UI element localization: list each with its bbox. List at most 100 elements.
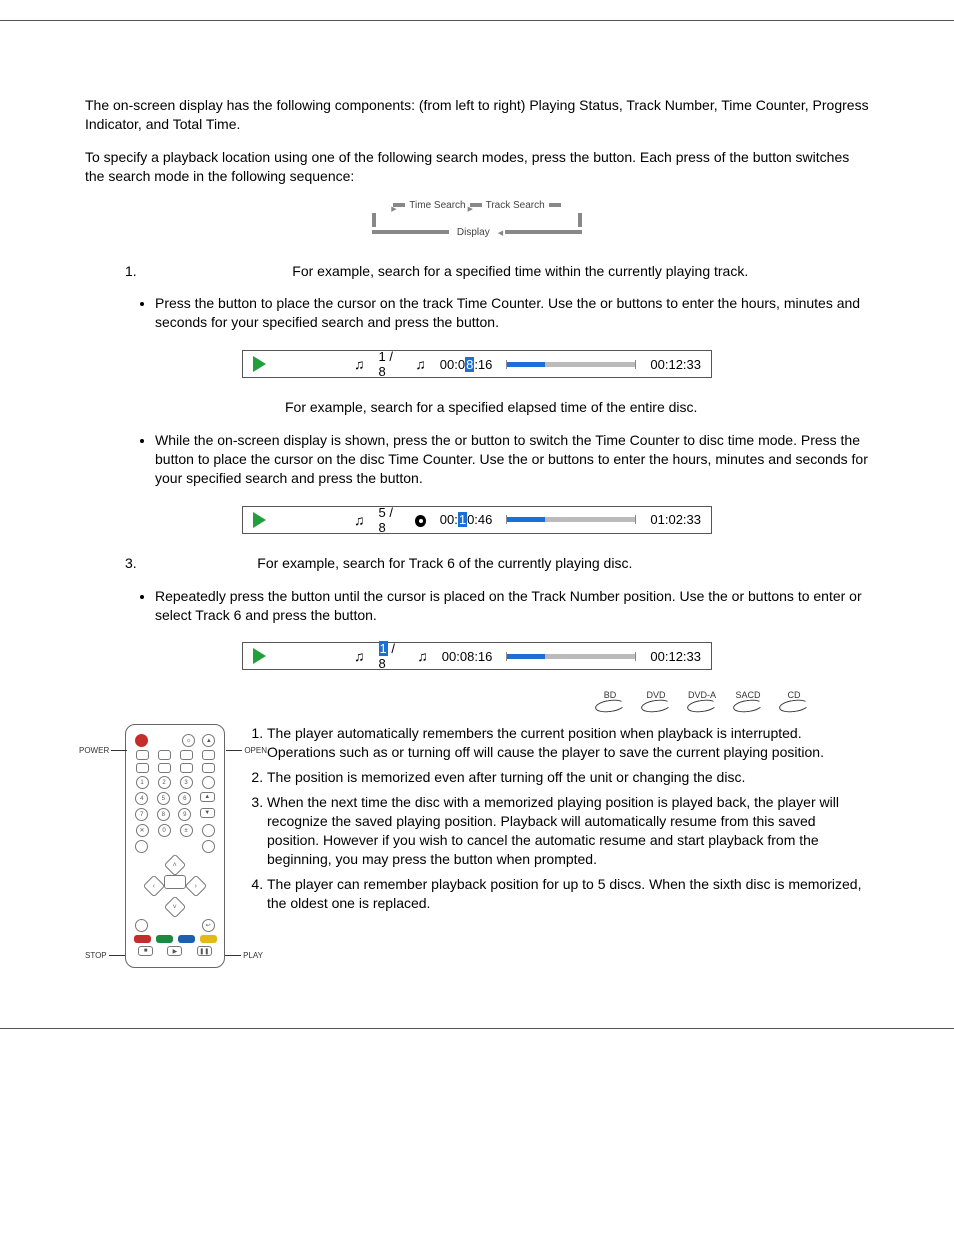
search-mode-cycle: Time Search Track Search Display <box>372 200 582 238</box>
remote-label-power: POWER <box>79 746 127 755</box>
text: button. <box>456 314 499 330</box>
time-counter: 00:08:16 <box>442 649 493 664</box>
power-button-icon <box>135 734 148 747</box>
cycle-label: Time Search <box>409 200 465 211</box>
text: button to place the cursor on the track … <box>218 295 600 311</box>
section-2-bullet: While the on-screen display is shown, pr… <box>155 431 869 488</box>
track-number: 1 / 8 <box>379 641 404 671</box>
track-number: 5 / 8 <box>379 505 402 535</box>
music-note-icon: ♫ <box>354 648 365 664</box>
text: or turning <box>392 744 455 760</box>
play-icon <box>253 356 266 372</box>
text: or <box>732 588 748 604</box>
cursor-highlight: 1 <box>458 512 467 527</box>
return-icon: ↩ <box>202 919 215 932</box>
play-button-icon: ▶ <box>167 946 182 956</box>
dpad-up-icon: ˄ <box>164 854 187 877</box>
text: button to switch the Time Counter to dis… <box>471 432 860 448</box>
disc-type-badges: BD DVD DVD-A SACD CD <box>85 690 809 712</box>
disc-badge: DVD-A <box>687 690 717 712</box>
osd-example-2: ♫ 5 / 8 00:10:46 01:02:33 <box>242 506 712 534</box>
remote-btn <box>202 824 215 837</box>
remote-btn <box>202 840 215 853</box>
line-icon <box>505 230 582 234</box>
line-icon <box>578 213 582 227</box>
goto-icon: ± <box>180 824 193 837</box>
text: While the on-screen display is shown, pr… <box>155 432 455 448</box>
dpad-right-icon: › <box>185 875 208 898</box>
remote-btn <box>202 776 215 789</box>
memory-item-4: The player can remember playback positio… <box>267 875 869 913</box>
text: button to place the cursor on the disc T… <box>155 451 532 467</box>
remote-btn <box>136 763 149 773</box>
text: For example, search for Track 6 of the c… <box>257 555 632 571</box>
remote-btn <box>180 763 193 773</box>
cursor-highlight: 8 <box>465 357 474 372</box>
dpad-left-icon: ‹ <box>143 875 166 898</box>
remote-btn <box>158 763 171 773</box>
text: 00:0 <box>440 357 465 372</box>
progress-bar <box>506 517 636 522</box>
text: button until the cursor is placed on the… <box>291 588 731 604</box>
section-2-lead: For example, search for a specified elap… <box>285 398 869 417</box>
remote-btn <box>135 919 148 932</box>
section-3-bullet: Repeatedly press the button until the cu… <box>155 587 869 625</box>
text: 0:46 <box>467 512 492 527</box>
time-counter: 00:08:16 <box>440 357 493 372</box>
text: button. <box>380 470 423 486</box>
music-note-icon: ♫ <box>417 648 428 664</box>
intro-para-2: To specify a playback location using one… <box>85 148 869 186</box>
remote-btn <box>180 750 193 760</box>
disc-ellipse-icon <box>640 698 671 714</box>
osd-example-1: ♫ 1 / 8 ♫ 00:08:16 00:12:33 <box>242 350 712 378</box>
arrow-left-icon <box>498 227 501 238</box>
num-6-icon: 6 <box>178 792 191 805</box>
text: For example, search for a specified elap… <box>285 399 697 415</box>
text: 00: <box>440 512 458 527</box>
progress-bar <box>506 362 636 367</box>
remote-btn: ▼ <box>200 808 215 818</box>
section-3-lead: 3. For example, search for Track 6 of th… <box>125 554 869 573</box>
manual-page: The on-screen display has the following … <box>0 20 954 1029</box>
text: To specify a playback location using one… <box>85 149 593 165</box>
total-time: 00:12:33 <box>650 649 701 664</box>
text: PLAY <box>243 951 263 960</box>
cycle-label: Display <box>457 227 490 238</box>
disc-icon <box>415 515 426 527</box>
num-4-icon: 4 <box>135 792 148 805</box>
line-icon <box>372 213 376 227</box>
arrow-right-icon <box>393 203 405 207</box>
num-2-icon: 2 <box>158 776 171 789</box>
intro-para-1: The on-screen display has the following … <box>85 96 869 134</box>
remote-diagram: POWER OPEN STOP PLAY ☼▲ 123 456▲ 789▼ ✕0… <box>125 724 225 968</box>
remote-btn <box>135 840 148 853</box>
memory-section: POWER OPEN STOP PLAY ☼▲ 123 456▲ 789▼ ✕0… <box>85 724 869 968</box>
section-1-lead: 1. For example, search for a specified t… <box>125 262 869 281</box>
text: or <box>600 295 616 311</box>
blue-button-icon <box>178 935 195 943</box>
stop-button-icon: ■ <box>138 946 153 956</box>
text: STOP <box>85 951 107 960</box>
progress-bar <box>506 654 636 659</box>
text: POWER <box>79 746 109 755</box>
text: button. Each press of the <box>593 149 753 165</box>
text: or <box>532 451 548 467</box>
arrow-right-icon <box>470 203 482 207</box>
remote-btn <box>136 750 149 760</box>
music-note-icon: ♫ <box>415 356 426 372</box>
dpad-enter-icon <box>164 875 186 889</box>
disc-ellipse-icon <box>686 698 717 714</box>
track-number: 1 / 8 <box>379 349 402 379</box>
time-counter: 00:10:46 <box>440 512 493 527</box>
text: Press the <box>155 295 218 311</box>
red-button-icon <box>134 935 151 943</box>
disc-badge: DVD <box>641 690 671 712</box>
num-5-icon: 5 <box>157 792 170 805</box>
remote-btn: ▲ <box>200 792 215 802</box>
num-1-icon: 1 <box>136 776 149 789</box>
memory-item-1: The player automatically remembers the c… <box>267 724 869 762</box>
remote-btn <box>202 763 215 773</box>
line-icon <box>372 230 449 234</box>
clear-icon: ✕ <box>136 824 149 837</box>
cursor-highlight: 1 <box>379 641 388 656</box>
